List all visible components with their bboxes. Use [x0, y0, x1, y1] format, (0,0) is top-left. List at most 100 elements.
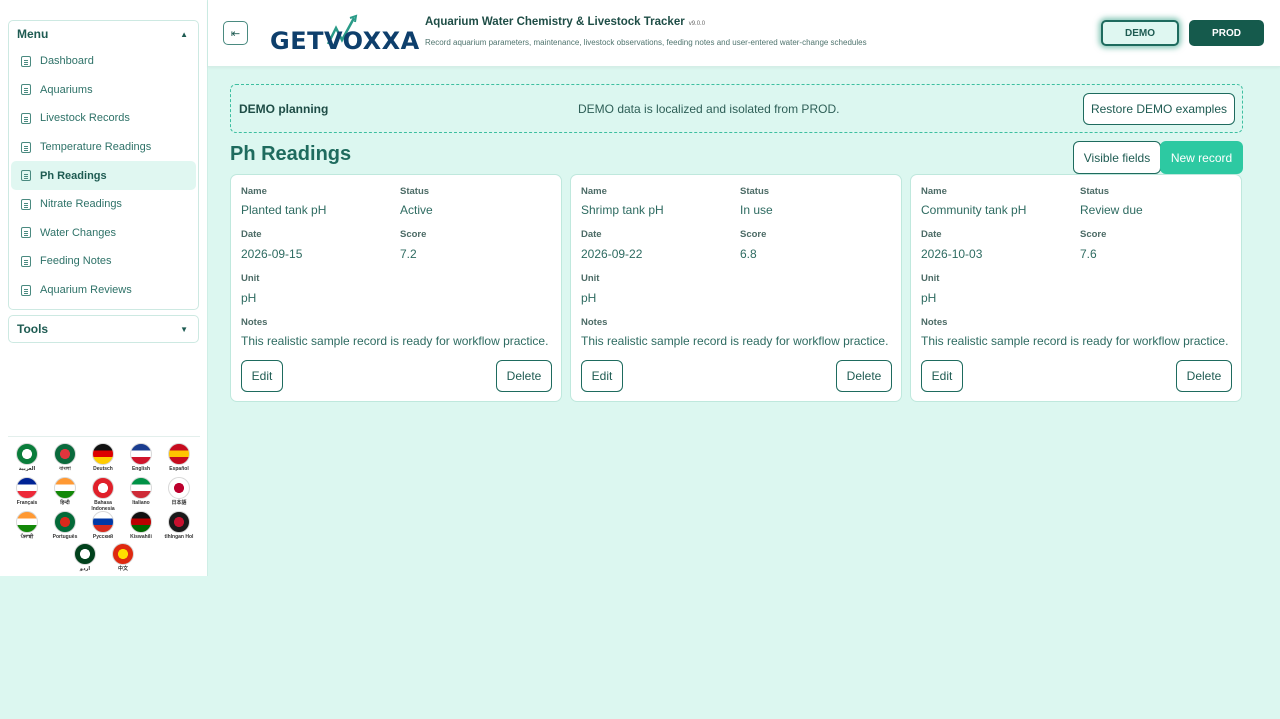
status-label: Status [1080, 186, 1110, 197]
score-label: Score [740, 229, 767, 240]
notes-label: Notes [241, 317, 268, 328]
sidebar-collapse-button[interactable]: ⇤ [223, 21, 248, 45]
sidebar-item-ph-readings[interactable]: Ph Readings [11, 161, 196, 190]
name-label: Name [241, 186, 267, 197]
flag-icon [130, 443, 152, 465]
sidebar-item-label: Feeding Notes [40, 255, 112, 268]
delete-button[interactable]: Delete [836, 360, 892, 392]
flag-icon [16, 511, 38, 533]
document-icon [21, 84, 31, 96]
language-option[interactable]: Deutsch [84, 437, 122, 472]
new-record-button[interactable]: New record [1160, 141, 1243, 174]
app-subtitle: Record aquarium parameters, maintenance,… [425, 38, 867, 47]
language-option[interactable]: English [122, 437, 160, 472]
score-label: Score [1080, 229, 1107, 240]
date-label: Date [581, 229, 602, 240]
language-option[interactable]: tlhIngan Hol [160, 505, 198, 540]
sidebar: Menu ▲ Dashboard Aquariums Livestock Rec… [0, 0, 208, 576]
flag-icon [54, 443, 76, 465]
sidebar-item-label: Nitrate Readings [40, 198, 122, 211]
notes-value: This realistic sample record is ready fo… [921, 334, 1229, 348]
score-label: Score [400, 229, 427, 240]
language-option[interactable]: ਪੰਜਾਬੀ [8, 505, 46, 540]
sidebar-item-label: Dashboard [40, 55, 94, 68]
language-option[interactable]: 日本語 [160, 471, 198, 506]
edit-button[interactable]: Edit [241, 360, 283, 392]
unit-label: Unit [581, 273, 600, 284]
flag-icon [16, 477, 38, 499]
language-option[interactable]: Español [160, 437, 198, 472]
delete-button[interactable]: Delete [496, 360, 552, 392]
sidebar-item-aquariums[interactable]: Aquariums [11, 76, 196, 105]
notes-value: This realistic sample record is ready fo… [241, 334, 549, 348]
language-label: اردو [79, 566, 91, 572]
document-icon [21, 198, 31, 210]
sidebar-item-feeding-notes[interactable]: Feeding Notes [11, 247, 196, 276]
flag-icon [112, 543, 134, 565]
language-option[interactable]: Français [8, 471, 46, 506]
language-option[interactable]: اردو [66, 537, 104, 572]
sidebar-item-water-changes[interactable]: Water Changes [11, 219, 196, 248]
language-label: 中文 [117, 566, 128, 572]
score-value: 6.8 [740, 247, 757, 261]
flag-icon [130, 477, 152, 499]
tools-title: Tools [17, 322, 49, 336]
sidebar-item-temperature-readings[interactable]: Temperature Readings [11, 133, 196, 162]
collapse-menu-icon: ⇤ [230, 27, 241, 40]
language-option[interactable]: বাংলা [46, 437, 84, 472]
banner-title: DEMO planning [239, 102, 329, 116]
language-option[interactable]: Italiano [122, 471, 160, 506]
document-icon [21, 112, 31, 124]
sidebar-item-nitrate-readings[interactable]: Nitrate Readings [11, 190, 196, 219]
restore-demo-button[interactable]: Restore DEMO examples [1083, 93, 1235, 125]
sidebar-item-livestock-records[interactable]: Livestock Records [11, 104, 196, 133]
app-title: Aquarium Water Chemistry & Livestock Tra… [425, 16, 705, 28]
language-option[interactable]: हिन्दी [46, 471, 84, 506]
date-value: 2026-09-22 [581, 247, 643, 261]
name-value: Shrimp tank pH [581, 203, 664, 217]
language-option[interactable]: العربية [8, 437, 46, 472]
record-card: Name Planted tank pH Status Active Date … [230, 174, 562, 402]
language-option[interactable]: Русский [84, 505, 122, 540]
edit-button[interactable]: Edit [581, 360, 623, 392]
flag-icon [74, 543, 96, 565]
document-icon [21, 141, 31, 153]
logo-text: GETVOXXA [270, 27, 420, 55]
notes-label: Notes [921, 317, 948, 328]
menu-panel: Menu ▲ Dashboard Aquariums Livestock Rec… [8, 20, 199, 310]
flag-icon [92, 511, 114, 533]
menu-header[interactable]: Menu ▲ [9, 21, 198, 47]
unit-value: pH [921, 291, 937, 305]
sidebar-item-aquarium-reviews[interactable]: Aquarium Reviews [11, 276, 196, 305]
language-option[interactable]: Kiswahili [122, 505, 160, 540]
score-value: 7.2 [400, 247, 417, 261]
chevron-up-icon: ▲ [180, 29, 188, 39]
tools-menu-toggle[interactable]: Tools ▼ [8, 315, 199, 343]
sidebar-item-label: Temperature Readings [40, 141, 152, 154]
notes-value: This realistic sample record is ready fo… [581, 334, 889, 348]
document-icon [21, 255, 31, 267]
delete-button[interactable]: Delete [1176, 360, 1232, 392]
unit-label: Unit [241, 273, 260, 284]
flag-icon [16, 443, 38, 465]
flag-icon [130, 511, 152, 533]
flag-icon [168, 477, 190, 499]
prod-mode-button[interactable]: PROD [1189, 20, 1264, 46]
edit-button[interactable]: Edit [921, 360, 963, 392]
record-card: Name Shrimp tank pH Status In use Date 2… [570, 174, 902, 402]
app-title-text: Aquarium Water Chemistry & Livestock Tra… [425, 16, 685, 28]
status-value: Active [400, 203, 433, 217]
demo-mode-button[interactable]: DEMO [1101, 20, 1179, 46]
status-label: Status [740, 186, 770, 197]
visible-fields-button[interactable]: Visible fields [1073, 141, 1161, 174]
language-label: ਪੰਜਾਬੀ [20, 534, 34, 540]
date-value: 2026-09-15 [241, 247, 303, 261]
language-option[interactable]: 中文 [104, 537, 142, 572]
name-value: Community tank pH [921, 203, 1027, 217]
sidebar-item-dashboard[interactable]: Dashboard [11, 47, 196, 76]
chevron-down-icon: ▼ [180, 324, 188, 334]
language-option[interactable]: Português [46, 505, 84, 540]
unit-value: pH [581, 291, 597, 305]
demo-banner: DEMO planning DEMO data is localized and… [230, 84, 1243, 133]
status-value: In use [740, 203, 773, 217]
